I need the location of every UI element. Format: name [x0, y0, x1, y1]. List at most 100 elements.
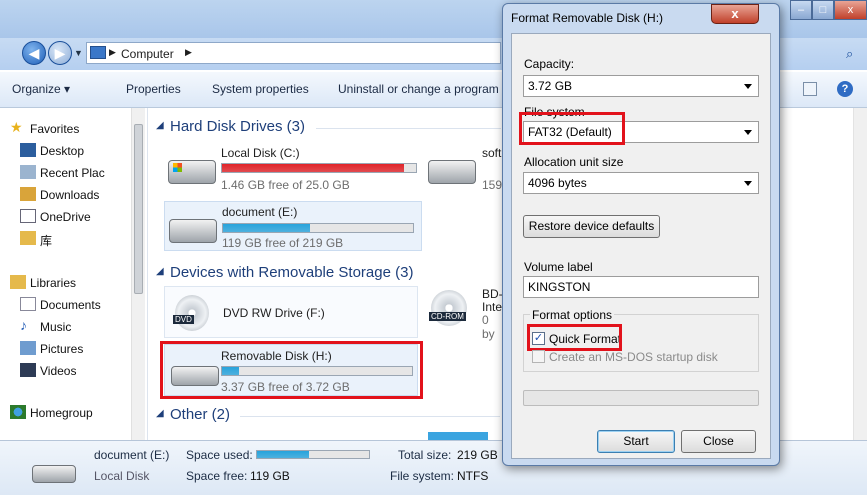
- properties-button[interactable]: Properties: [126, 82, 181, 96]
- chevron-down-icon: [744, 84, 752, 89]
- details-fs-value: NTFS: [457, 469, 489, 483]
- forward-button[interactable]: ▶: [48, 41, 72, 65]
- dialog-close-button[interactable]: x: [711, 4, 759, 24]
- breadcrumb-arrow-icon: ▶: [109, 47, 116, 57]
- close-window-button[interactable]: x: [834, 0, 867, 20]
- drive-c[interactable]: Local Disk (C:) 1.46 GB free of 25.0 GB: [168, 146, 422, 194]
- recent-pages-chevron-icon[interactable]: ▼: [74, 48, 83, 58]
- msdos-startup-checkbox: [532, 350, 545, 363]
- drive-c-free-text: 1.46 GB free of 25.0 GB: [221, 178, 350, 192]
- allocation-unit-value: 4096 bytes: [528, 176, 587, 190]
- drive-bd-free: 0 by: [482, 313, 495, 341]
- preview-pane-icon[interactable]: [803, 82, 817, 96]
- uninstall-program-button[interactable]: Uninstall or change a program: [338, 82, 503, 96]
- disk-icon: [428, 160, 476, 184]
- dialog-body: Capacity: 3.72 GB File system FAT32 (Def…: [511, 33, 771, 459]
- selected-drive-icon: [32, 465, 76, 483]
- collapse-icon[interactable]: ◢: [156, 266, 164, 277]
- drive-bd-sub: Inte: [482, 300, 503, 314]
- highlight-file-system: [519, 112, 625, 145]
- nav-homegroup[interactable]: Homegroup: [10, 402, 140, 424]
- nav-documents[interactable]: Documents: [20, 294, 130, 316]
- search-icon[interactable]: ⌕: [846, 46, 853, 62]
- start-button[interactable]: Start: [597, 430, 675, 453]
- cd-rom-logo-icon: CD-ROM: [429, 312, 466, 321]
- breadcrumb-computer[interactable]: Computer: [121, 47, 174, 61]
- capacity-select[interactable]: 3.72 GB: [523, 75, 759, 97]
- dvd-logo-icon: DVD: [173, 315, 194, 324]
- drive-e-usage-fill: [223, 224, 311, 232]
- details-space-used-label: Space used:: [186, 448, 253, 462]
- collapse-icon[interactable]: ◢: [156, 408, 164, 419]
- details-fs-label: File system:: [390, 469, 455, 483]
- volume-label-value: KINGSTON: [528, 280, 591, 294]
- recent-places-icon: [20, 165, 36, 179]
- help-icon[interactable]: ?: [837, 81, 853, 97]
- nav-libraries[interactable]: Libraries: [10, 272, 140, 294]
- local-disk-c-icon: [168, 160, 216, 184]
- volume-label-label: Volume label: [524, 260, 593, 274]
- minimize-button[interactable]: –: [790, 0, 812, 20]
- format-dialog: Format Removable Disk (H:) x Capacity: 3…: [502, 3, 780, 466]
- libraries-icon: [10, 275, 26, 289]
- allocation-unit-label: Allocation unit size: [524, 155, 624, 169]
- address-bar[interactable]: ▶ Computer ▶: [86, 42, 501, 64]
- details-usage-fill: [257, 451, 309, 458]
- collapse-icon[interactable]: ◢: [156, 120, 164, 131]
- back-button[interactable]: ◀: [22, 41, 46, 65]
- drive-e-label: document (E:): [222, 205, 298, 219]
- highlight-quick-format: [527, 324, 622, 351]
- videos-icon: [20, 363, 36, 377]
- cd-rom-drive-icon: CD-ROM: [429, 290, 467, 326]
- breadcrumb-arrow-icon: ▶: [185, 47, 192, 57]
- dvd-drive-icon: DVD: [173, 295, 209, 331]
- capacity-label: Capacity:: [524, 57, 575, 71]
- drive-dvd[interactable]: DVD DVD RW Drive (F:): [164, 286, 418, 338]
- highlight-removable-disk: [160, 341, 423, 399]
- group-hard-disk-drives[interactable]: Hard Disk Drives (3): [170, 118, 305, 135]
- drive-bd[interactable]: CD-ROM BD- Inte 0 by: [428, 286, 503, 344]
- drive-dvd-label: DVD RW Drive (F:): [223, 306, 325, 320]
- documents-icon: [20, 297, 36, 311]
- library-icon: [20, 231, 36, 245]
- drive-c-label: Local Disk (C:): [221, 146, 300, 160]
- maximize-button[interactable]: □: [812, 0, 834, 20]
- nav-recent-places[interactable]: Recent Plac: [20, 162, 132, 184]
- nav-scrollbar[interactable]: [131, 108, 145, 440]
- nav-scroll-thumb[interactable]: [134, 124, 143, 294]
- drive-e-free-text: 119 GB free of 219 GB: [222, 236, 344, 250]
- nav-favorites[interactable]: ★ Favorites: [10, 118, 140, 140]
- details-total-value: 219 GB: [457, 448, 498, 462]
- drive-e[interactable]: document (E:) 119 GB free of 219 GB: [164, 201, 422, 251]
- computer-icon: [90, 46, 106, 59]
- content-scrollbar[interactable]: [853, 108, 867, 440]
- nav-onedrive[interactable]: OneDrive: [20, 206, 126, 228]
- organize-button[interactable]: Organize ▾: [12, 82, 70, 96]
- music-icon: ♪: [20, 317, 27, 333]
- windows-logo-icon: [173, 163, 182, 172]
- dialog-title: Format Removable Disk (H:): [511, 11, 664, 25]
- drive-e-usage-bar: [222, 223, 414, 233]
- group-other[interactable]: Other (2): [170, 406, 230, 423]
- other-item-icon: [428, 432, 488, 440]
- chevron-down-icon: [744, 130, 752, 135]
- group-divider: [240, 416, 500, 417]
- onedrive-icon: [20, 209, 36, 223]
- drive-bd-label: BD-: [482, 287, 503, 301]
- close-button[interactable]: Close: [681, 430, 756, 453]
- volume-label-input[interactable]: KINGSTON: [523, 276, 759, 298]
- msdos-startup-label: Create an MS-DOS startup disk: [549, 350, 718, 364]
- drive-soft[interactable]: soft 159: [426, 146, 502, 194]
- navigation-pane: ★ Favorites Desktop Recent Plac Downloads…: [0, 108, 148, 440]
- details-space-free-value: 119 GB: [250, 469, 290, 483]
- star-icon: ★: [10, 119, 23, 135]
- restore-defaults-button[interactable]: Restore device defaults: [523, 215, 660, 238]
- drive-c-usage-fill: [222, 164, 405, 172]
- system-properties-button[interactable]: System properties: [212, 82, 309, 96]
- group-removable-storage[interactable]: Devices with Removable Storage (3): [170, 264, 413, 281]
- drive-soft-free-text: 159: [482, 178, 503, 192]
- homegroup-icon: [10, 405, 26, 419]
- drive-soft-label: soft: [482, 146, 502, 160]
- disk-icon: [169, 219, 217, 243]
- allocation-unit-select[interactable]: 4096 bytes: [523, 172, 759, 194]
